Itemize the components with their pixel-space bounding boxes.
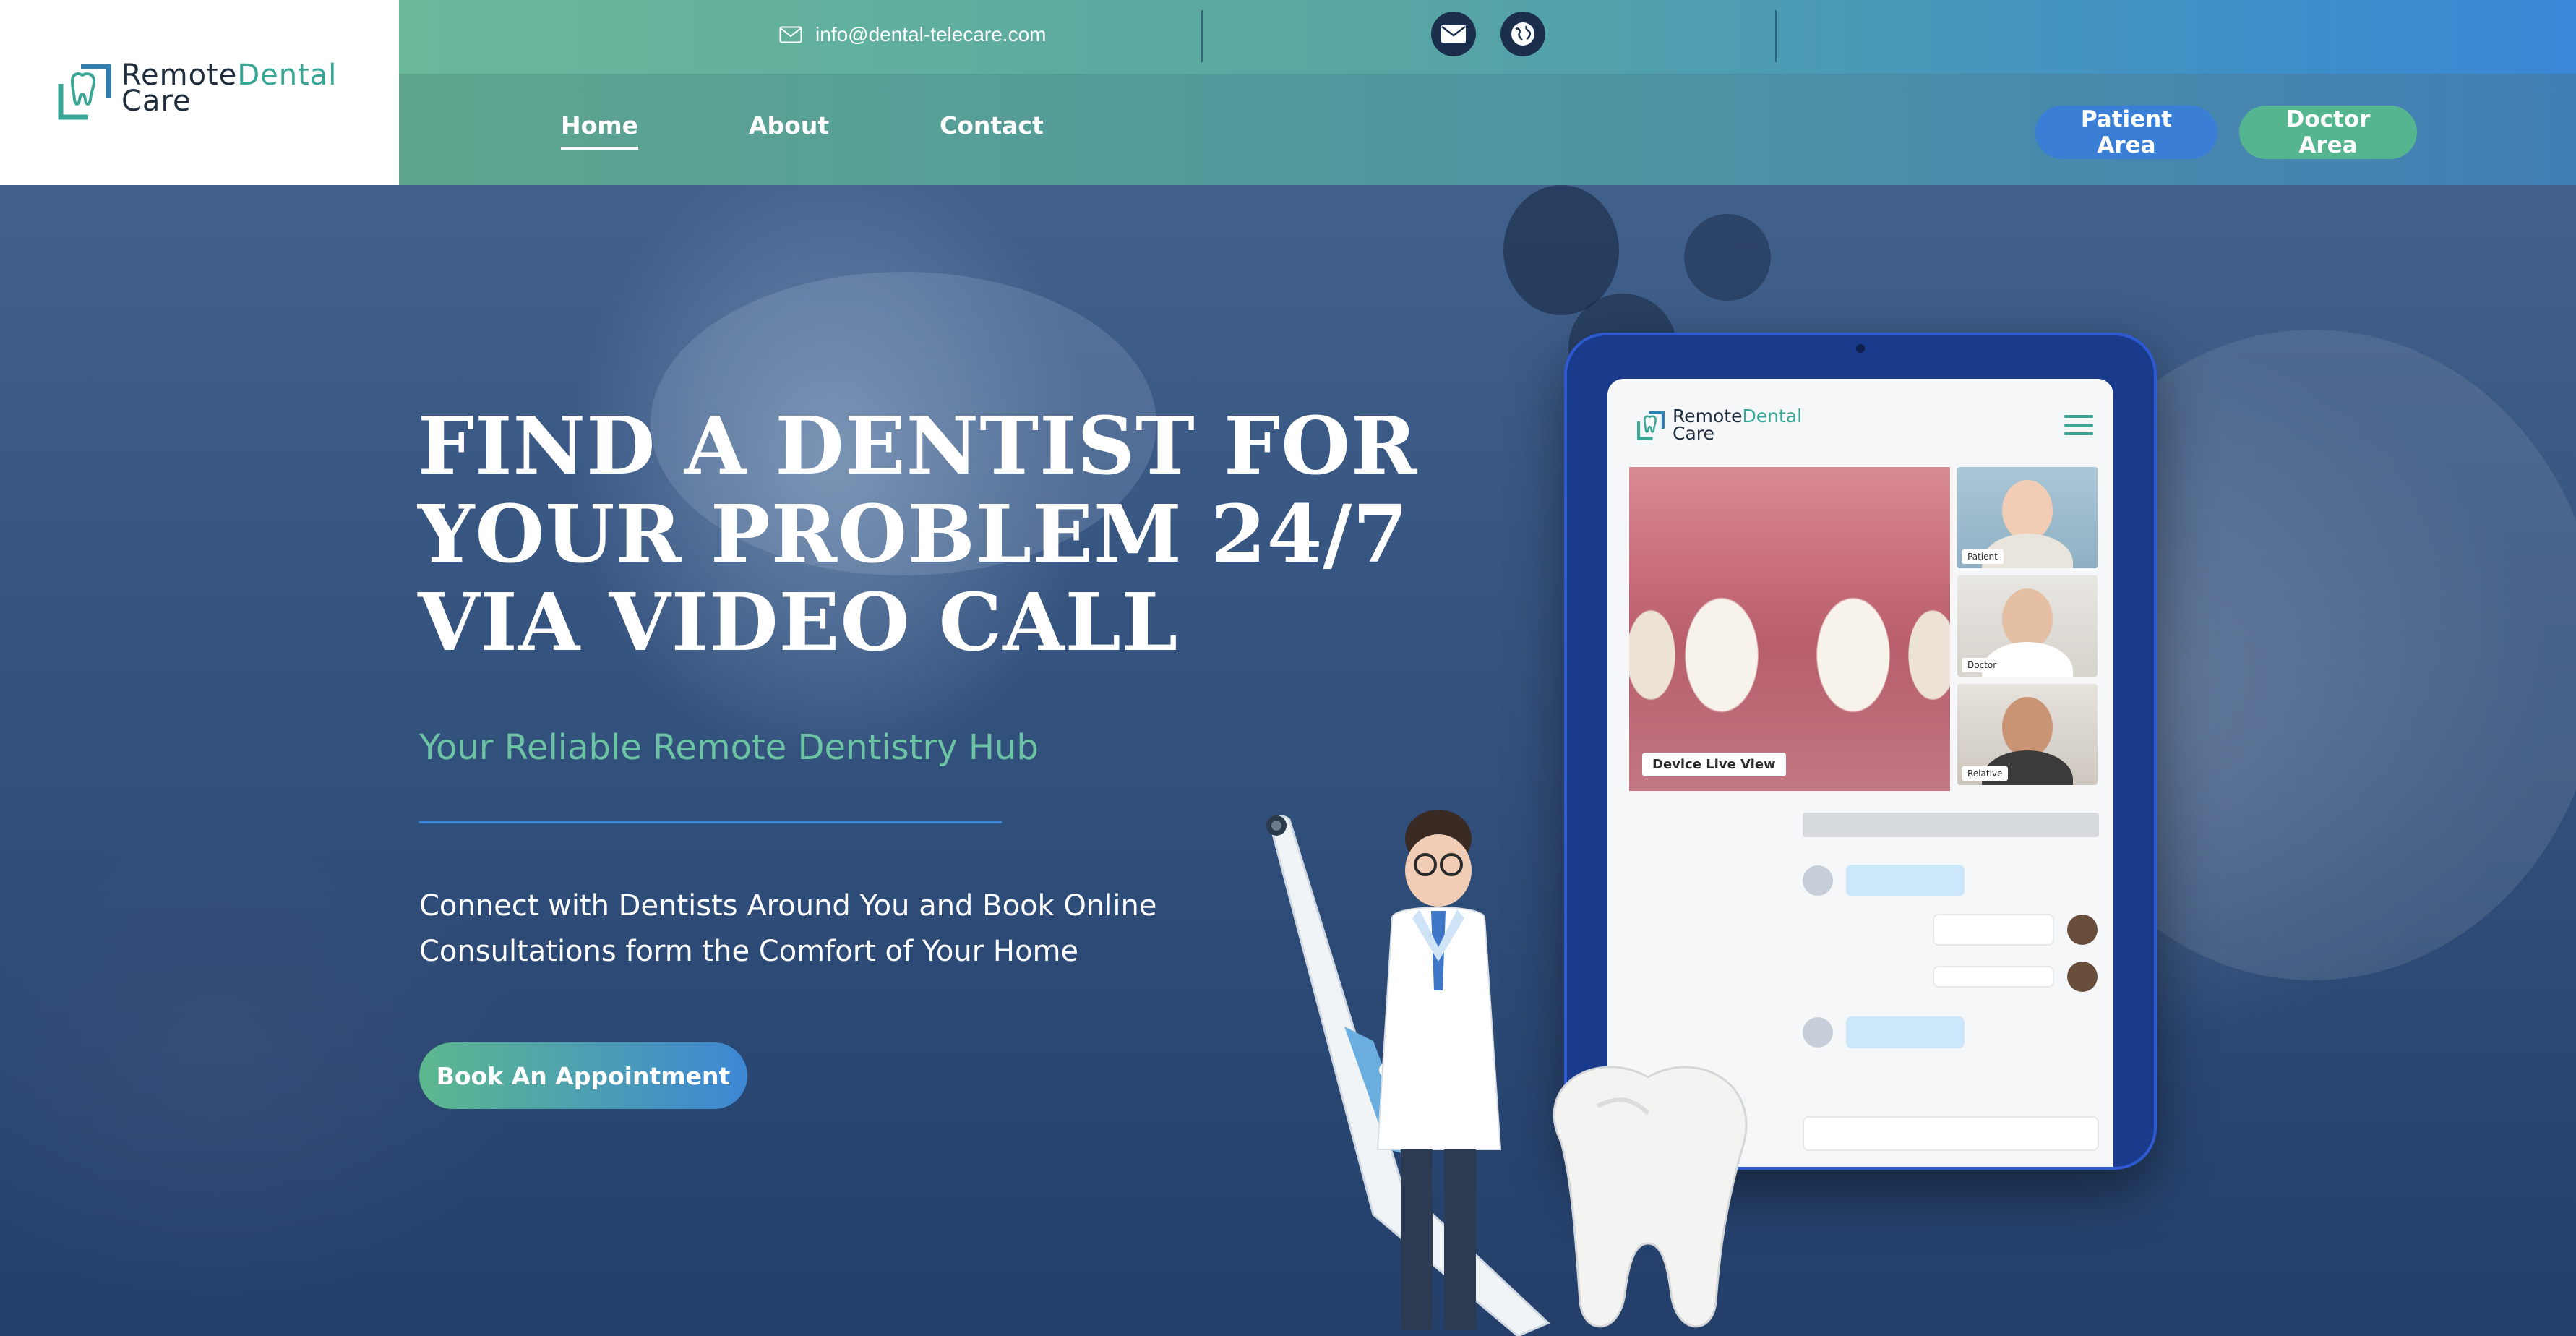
divider (1775, 10, 1777, 62)
avatar (1803, 865, 1833, 896)
doctor-area-button[interactable]: Doctor Area (2239, 106, 2417, 159)
email-address[interactable]: info@dental-telecare.com (815, 23, 1046, 46)
device-live-view: Device Live View (1629, 467, 1950, 791)
camera-label: Patient (1962, 549, 2004, 564)
hero-subtitle: Your Reliable Remote Dentistry Hub (419, 727, 1039, 768)
hero-description-line1: Connect with Dentists Around You and Boo… (419, 889, 1157, 922)
divider (1201, 10, 1203, 62)
chat-input[interactable] (1803, 1116, 2099, 1151)
chat-bubble (1933, 914, 2054, 946)
tablet-logo-part2: Dental (1742, 406, 1803, 427)
nav-about[interactable]: About (749, 111, 829, 140)
hero-title-line2: YOUR PROBLEM 24/7 (418, 487, 1409, 581)
chat-bubble (1933, 966, 2054, 988)
avatar (1803, 1017, 1833, 1048)
chat-bubble (1846, 865, 1965, 896)
live-view-label: Device Live View (1642, 753, 1786, 776)
patient-area-button[interactable]: Patient Area (2035, 106, 2217, 159)
hero-title: FIND A DENTIST FOR YOUR PROBLEM 24/7 VIA… (418, 402, 1430, 667)
chat-message (1803, 865, 1965, 896)
camera-doctor: Doctor (1957, 575, 2098, 677)
logo-name-part2: Dental (237, 59, 338, 92)
tablet-camera (1856, 344, 1865, 353)
camera-label: Relative (1962, 766, 2009, 781)
logo-text: RemoteDental Care (121, 59, 338, 118)
top-info-bar: info@dental-telecare.com (399, 0, 2576, 74)
tooth-logo-icon (58, 64, 111, 120)
tablet-logo: RemoteDental Care (1636, 406, 1803, 444)
relative-face (2002, 697, 2053, 758)
doctor-face (2002, 588, 2053, 649)
dentist-illustration (1266, 810, 1748, 1336)
avatar (2067, 915, 2098, 945)
envelope-icon (779, 26, 802, 43)
hamburger-menu-icon[interactable] (2064, 415, 2093, 441)
camera-patient: Patient (1957, 467, 2098, 568)
email-contact[interactable]: info@dental-telecare.com (779, 23, 1046, 46)
tooth-logo-icon (1637, 411, 1665, 440)
avatar (2067, 962, 2098, 992)
background-shape (1684, 214, 1771, 301)
main-navigation: Home About Contact Patient Area Doctor A… (399, 74, 2576, 185)
tooth-icon (1553, 1066, 1748, 1328)
patient-face (2002, 480, 2053, 541)
chat-message (1933, 962, 2098, 992)
camera-label: Doctor (1962, 658, 2003, 672)
hero-divider (419, 821, 1002, 823)
hero-title-line3: VIA VIDEO CALL (418, 575, 1179, 669)
background-shape (1503, 185, 1619, 315)
hero-title-line1: FIND A DENTIST FOR (418, 399, 1418, 492)
nav-home[interactable]: Home (561, 111, 639, 150)
book-appointment-button[interactable]: Book An Appointment (419, 1042, 747, 1109)
globe-icon[interactable] (1500, 12, 1545, 56)
chat-message (1803, 1016, 1965, 1048)
logo-name-line2: Care (121, 85, 192, 118)
hero-description: Connect with Dentists Around You and Boo… (419, 883, 1214, 975)
logo[interactable]: RemoteDental Care (0, 0, 399, 185)
mail-icon[interactable] (1431, 12, 1476, 56)
chat-bubble (1846, 1016, 1965, 1048)
tablet-logo-text: RemoteDental Care (1673, 406, 1803, 444)
nav-contact[interactable]: Contact (940, 111, 1044, 140)
hero-description-line2: Consultations form the Comfort of Your H… (419, 935, 1079, 968)
camera-relative: Relative (1957, 684, 2098, 785)
tablet-logo-line2: Care (1673, 423, 1714, 444)
chat-header-bar (1803, 813, 2099, 837)
chat-message (1933, 914, 2098, 946)
